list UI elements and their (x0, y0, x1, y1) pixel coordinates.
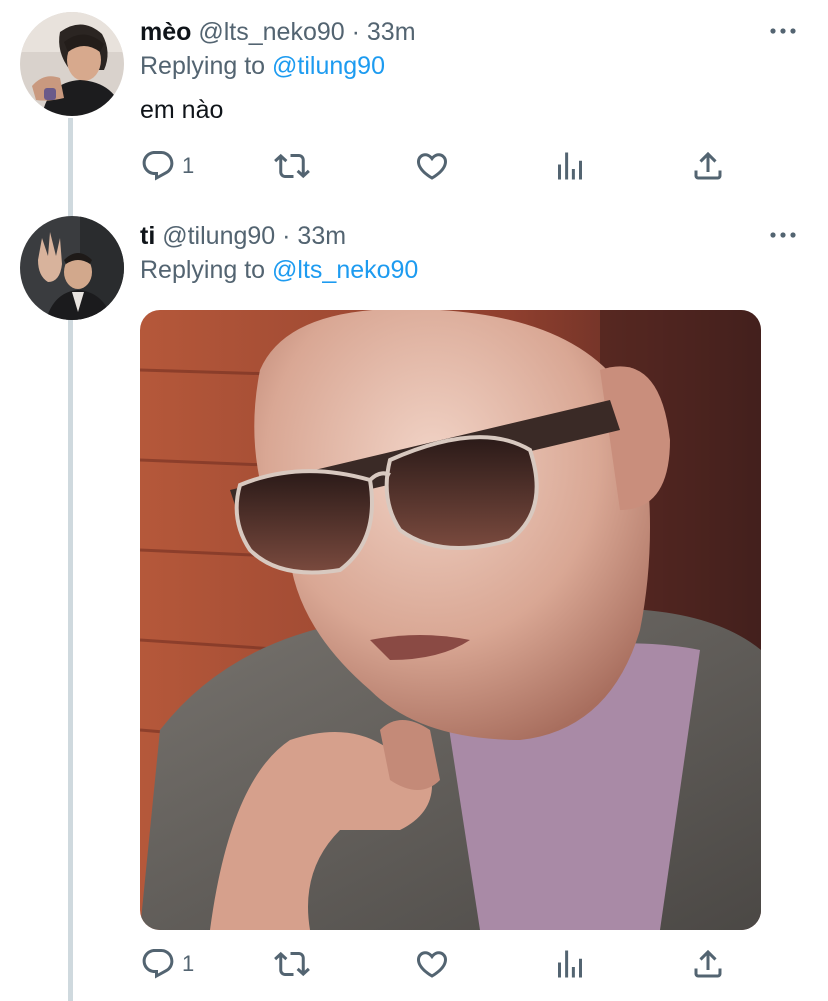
retweet-button[interactable] (274, 944, 310, 984)
retweet-icon (274, 951, 310, 977)
views-button[interactable] (552, 146, 588, 186)
tweet-text: em nào (140, 96, 224, 124)
avatar-image (20, 216, 124, 320)
replying-to-label: Replying to (140, 256, 266, 284)
views-icon (558, 950, 582, 978)
display-name[interactable]: mèo (140, 18, 191, 46)
mention-link[interactable]: @tilung90 (272, 52, 385, 80)
views-button[interactable] (552, 944, 588, 984)
retweet-icon (274, 153, 310, 179)
media-image (140, 310, 761, 930)
share-icon (694, 151, 722, 180)
retweet-button[interactable] (274, 146, 310, 186)
handle[interactable]: @lts_neko90 (198, 18, 344, 46)
heart-icon (416, 951, 448, 978)
share-icon (694, 949, 722, 978)
handle[interactable]: @tilung90 (162, 222, 275, 250)
timestamp[interactable]: · 33m (352, 18, 416, 46)
reply-icon (142, 151, 174, 181)
views-icon (558, 152, 582, 180)
tweet-media-photo[interactable] (140, 310, 761, 930)
more-dots-icon (770, 28, 796, 34)
display-name[interactable]: ti (140, 222, 155, 250)
heart-icon (416, 153, 448, 180)
reply-icon (142, 949, 174, 979)
share-button[interactable] (690, 944, 726, 984)
avatar[interactable] (20, 12, 124, 116)
reply-count: 1 (182, 951, 195, 976)
reply-button[interactable]: 1 (140, 944, 194, 984)
more-options-button[interactable] (768, 16, 798, 46)
replying-to: Replying to @lts_neko90 (140, 252, 418, 288)
mention-link[interactable]: @lts_neko90 (272, 256, 418, 284)
reply-button[interactable]: 1 (140, 146, 194, 186)
tweet-header: ti @tilung90 · 33m (140, 218, 346, 254)
like-button[interactable] (414, 944, 450, 984)
tweet-header: mèo @lts_neko90 · 33m (140, 14, 416, 50)
reply-count: 1 (182, 153, 195, 178)
avatar-image (20, 12, 124, 116)
avatar[interactable] (20, 216, 124, 320)
replying-to-label: Replying to (140, 52, 266, 80)
tweet-actions: 1 (140, 146, 740, 186)
more-dots-icon (770, 232, 796, 238)
like-button[interactable] (414, 146, 450, 186)
tweet[interactable]: ti @tilung90 · 33m Replying to @lts_neko… (0, 204, 828, 1001)
replying-to: Replying to @tilung90 (140, 48, 385, 84)
tweet-actions: 1 (140, 944, 740, 984)
tweet[interactable]: mèo @lts_neko90 · 33m Replying to @tilun… (0, 0, 828, 204)
share-button[interactable] (690, 146, 726, 186)
timestamp[interactable]: · 33m (282, 222, 346, 250)
more-options-button[interactable] (768, 220, 798, 250)
